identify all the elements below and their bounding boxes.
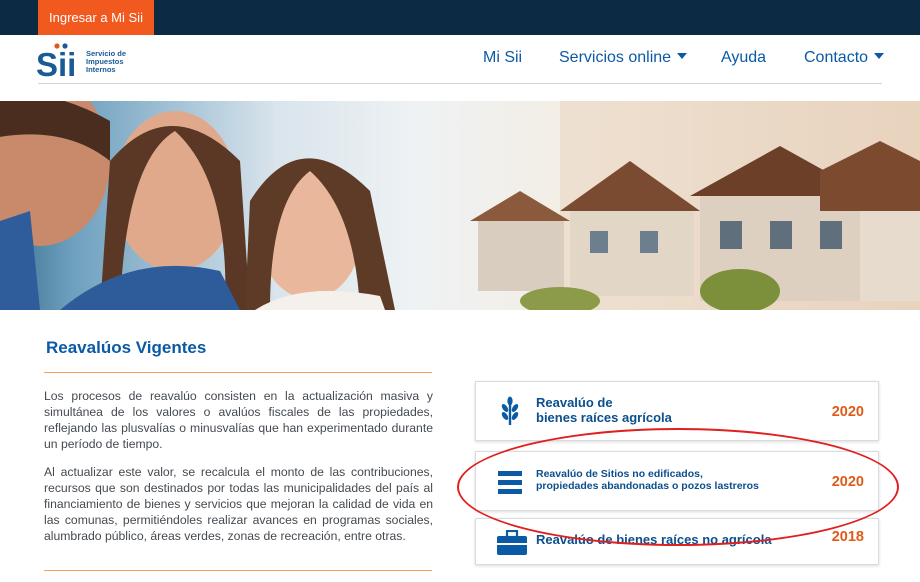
details-paragraph: Al actualizar este valor, se recalcula e… xyxy=(44,465,433,543)
nav-servicios-online-label: Servicios online xyxy=(559,49,672,66)
briefcase-icon xyxy=(497,530,527,555)
card-agricola-label: Reavalúo de bienes raíces agrícola xyxy=(536,395,672,425)
nav-contacto-label: Contacto xyxy=(804,49,869,66)
list-icon xyxy=(498,471,522,494)
title-divider xyxy=(44,372,432,373)
logo-text: Servicio de Impuestos Internos xyxy=(86,49,127,74)
family-illustration xyxy=(0,101,395,310)
chevron-down-icon xyxy=(677,53,688,59)
content-divider xyxy=(44,570,432,571)
chevron-down-icon xyxy=(874,53,885,59)
card-no-agricola-year: 2018 xyxy=(831,529,864,545)
nav-ayuda[interactable]: Ayuda xyxy=(721,49,766,67)
card-sitios-no-edificados[interactable]: Reavalúo de Sitios no edificados, propie… xyxy=(475,451,879,511)
logo-mark: Sii xyxy=(36,46,76,82)
card-no-agricola[interactable]: Reavalúo de bienes raíces no agrícola 20… xyxy=(475,518,879,565)
nav-ayuda-label: Ayuda xyxy=(721,49,767,66)
card-sitios-label: Reavalúo de Sitios no edificados, propie… xyxy=(536,468,759,492)
card-no-agricola-label: Reavalúo de bienes raíces no agrícola xyxy=(536,532,772,547)
card-agricola-year: 2020 xyxy=(831,404,864,420)
card-agricola[interactable]: Reavalúo de bienes raíces agrícola 2020 xyxy=(475,381,879,441)
hero-banner xyxy=(0,101,920,310)
nav-mi-sii[interactable]: Mi Sii xyxy=(483,49,522,67)
site-header: Sii Servicio de Impuestos Internos Mi Si… xyxy=(0,35,920,101)
nav-servicios-online[interactable]: Servicios online xyxy=(559,49,688,67)
login-button[interactable]: Ingresar a Mi Sii xyxy=(38,0,154,35)
nav-contacto[interactable]: Contacto xyxy=(804,49,885,67)
top-bar: Ingresar a Mi Sii xyxy=(0,0,920,35)
wheat-icon xyxy=(501,396,519,425)
card-sitios-year: 2020 xyxy=(831,474,864,490)
header-divider xyxy=(38,83,882,84)
page-title: Reavalúos Vigentes xyxy=(46,338,207,357)
intro-paragraph: Los procesos de reavalúo consisten en la… xyxy=(44,389,433,451)
nav-mi-sii-label: Mi Sii xyxy=(483,49,523,66)
hero-photo xyxy=(0,101,920,310)
